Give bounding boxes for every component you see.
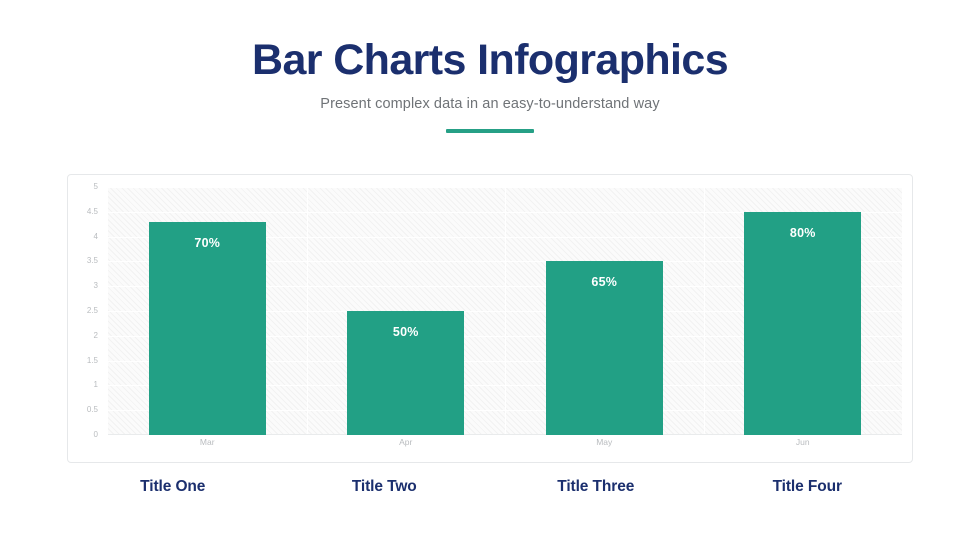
y-axis-tick-label: 3 bbox=[93, 281, 98, 291]
bar-value-label: 65% bbox=[591, 275, 618, 290]
bar[interactable]: 65% bbox=[545, 261, 663, 435]
y-axis-tick-label: 3.5 bbox=[86, 256, 98, 266]
caption-row: Title One Title Two Title Three Title Four bbox=[67, 478, 913, 496]
y-axis-tick-label: 2 bbox=[93, 330, 98, 340]
bar-slot: 50% bbox=[307, 187, 506, 435]
page-subtitle: Present complex data in an easy-to-under… bbox=[320, 95, 660, 112]
y-axis-tick-label: 0.5 bbox=[86, 405, 98, 415]
bar[interactable]: 50% bbox=[347, 311, 465, 435]
y-axis: 5 4.5 4 3.5 3 2.5 2 1.5 1 0.5 0 bbox=[68, 183, 102, 439]
category-caption: Title Three bbox=[557, 478, 635, 495]
bars-layer: 70% 50% 65% 80% bbox=[108, 187, 902, 435]
bar-slot: 80% bbox=[704, 187, 903, 435]
plot-area: 70% 50% 65% 80% bbox=[108, 187, 902, 435]
category-caption: Title One bbox=[140, 478, 206, 495]
x-axis-tick-label: Mar bbox=[199, 437, 215, 447]
category-caption: Title Four bbox=[772, 478, 842, 495]
y-axis-tick-label: 1.5 bbox=[86, 355, 98, 365]
bar-value-label: 50% bbox=[392, 325, 419, 339]
y-axis-tick-label: 5 bbox=[93, 182, 98, 191]
bar-slot: 70% bbox=[108, 187, 307, 435]
x-axis-tick-label: May bbox=[596, 437, 613, 447]
accent-divider bbox=[446, 128, 534, 133]
category-caption: Title Two bbox=[351, 478, 417, 495]
bar-value-label: 70% bbox=[194, 235, 221, 250]
bar-value-label: 80% bbox=[789, 225, 816, 240]
x-axis-tick-label: Apr bbox=[399, 437, 413, 447]
bar-slot: 65% bbox=[505, 187, 704, 435]
chart-card: 5 4.5 4 3.5 3 2.5 2 1.5 1 0.5 0 70% 50% 65% 80% Mar Ap… bbox=[67, 174, 913, 463]
bar[interactable]: 80% bbox=[744, 211, 862, 435]
x-axis-tick-label: Jun bbox=[795, 437, 810, 447]
chart-inner: 5 4.5 4 3.5 3 2.5 2 1.5 1 0.5 0 70% 50% 65% 80% Mar Ap… bbox=[68, 175, 912, 462]
page-header: Bar Charts Infographics Present complex … bbox=[0, 0, 980, 133]
bar[interactable]: 70% bbox=[148, 221, 266, 435]
x-axis: Mar Apr May Jun bbox=[108, 437, 902, 447]
y-axis-tick-label: 0 bbox=[93, 430, 98, 439]
y-axis-tick-label: 2.5 bbox=[86, 306, 98, 315]
y-axis-tick-label: 4.5 bbox=[86, 206, 98, 216]
page-title: Bar Charts Infographics bbox=[251, 36, 729, 84]
y-axis-tick-label: 4 bbox=[93, 231, 98, 241]
y-axis-tick-label: 1 bbox=[93, 380, 98, 390]
